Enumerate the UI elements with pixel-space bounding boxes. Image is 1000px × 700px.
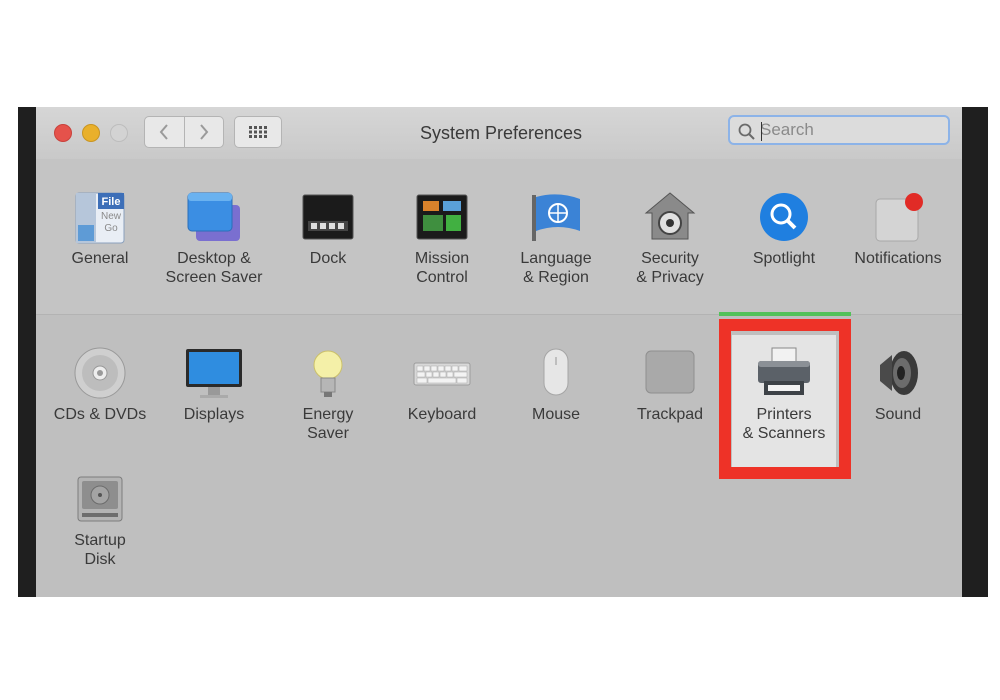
pane-spotlight[interactable]: Spotlight [727,189,841,268]
pane-label: Desktop & Screen Saver [165,250,263,286]
system-preferences-window: System Preferences File New Go General [36,107,962,597]
spotlight-magnifier-icon [760,193,808,241]
keyboard-icon [413,362,471,386]
pane-security-privacy[interactable]: Security & Privacy [613,189,727,287]
pane-label: Mission Control [414,250,470,286]
pane-label: Spotlight [752,250,816,267]
chevron-right-icon [199,124,209,140]
pane-label: Keyboard [407,406,477,423]
pane-cds-dvds[interactable]: CDs & DVDs [43,345,157,424]
green-accent-line [719,312,851,316]
window-title: System Preferences [419,123,583,143]
zoom-window-button[interactable] [110,124,128,142]
pane-label: Sound [874,406,922,423]
svg-text:Go: Go [104,223,118,234]
pane-language-region[interactable]: Language & Region [499,189,613,287]
chevron-left-icon [159,124,169,140]
pane-dock[interactable]: Dock [271,189,385,268]
minimize-window-button[interactable] [82,124,100,142]
desktop-screen-saver-icon [187,192,240,241]
pane-label: CDs & DVDs [53,406,147,423]
pane-sound[interactable]: Sound [841,345,955,424]
printers-highlight-frame [719,319,851,479]
pane-desktop-screen-saver[interactable]: Desktop & Screen Saver [157,189,271,287]
svg-text:New: New [101,211,122,222]
text-caret [761,122,762,141]
back-button[interactable] [145,117,184,147]
pane-label: Language & Region [520,250,592,286]
pane-label: Energy Saver [302,406,354,442]
general-icon: File New Go [75,192,125,244]
pane-label: General [71,250,129,267]
mouse-icon [543,348,569,396]
forward-button[interactable] [183,117,224,147]
startup-disk-icon [77,476,123,522]
svg-text:File: File [102,196,121,208]
security-house-icon [644,192,696,240]
pane-label: Mouse [531,406,581,423]
pane-keyboard[interactable]: Keyboard [385,345,499,424]
back-forward-group [144,116,224,148]
background-frame-left [18,107,36,597]
trackpad-icon [645,350,695,394]
magnifier-icon [738,123,755,140]
search-field[interactable] [728,115,950,145]
notifications-icon [875,193,923,242]
pane-notifications[interactable]: Notifications [841,189,955,268]
show-all-grid-icon [249,126,267,138]
cd-dvd-icon [74,347,126,399]
speaker-icon [880,351,918,395]
energy-saver-bulb-icon [313,350,343,397]
mission-control-icon [416,194,468,240]
pane-label: Security & Privacy [636,250,704,286]
pane-label: Displays [183,406,245,423]
pane-energy-saver[interactable]: Energy Saver [271,345,385,443]
close-window-button[interactable] [54,124,72,142]
pane-displays[interactable]: Displays [157,345,271,424]
pane-label: Trackpad [636,406,704,423]
pane-label: Startup Disk [74,532,126,568]
pane-label: Notifications [854,250,942,267]
dock-icon [302,194,354,240]
search-input[interactable] [760,120,940,140]
pane-label: Dock [309,250,347,267]
pane-general[interactable]: File New Go General [43,189,157,268]
pane-trackpad[interactable]: Trackpad [613,345,727,424]
pane-mission-control[interactable]: Mission Control [385,189,499,287]
title-bar: System Preferences [36,107,962,159]
language-region-flag-icon [532,194,580,241]
pane-mouse[interactable]: Mouse [499,345,613,424]
displays-monitor-icon [186,349,242,398]
background-frame-right [962,107,988,597]
pane-startup-disk[interactable]: Startup Disk [43,471,157,569]
show-all-button[interactable] [234,116,282,148]
